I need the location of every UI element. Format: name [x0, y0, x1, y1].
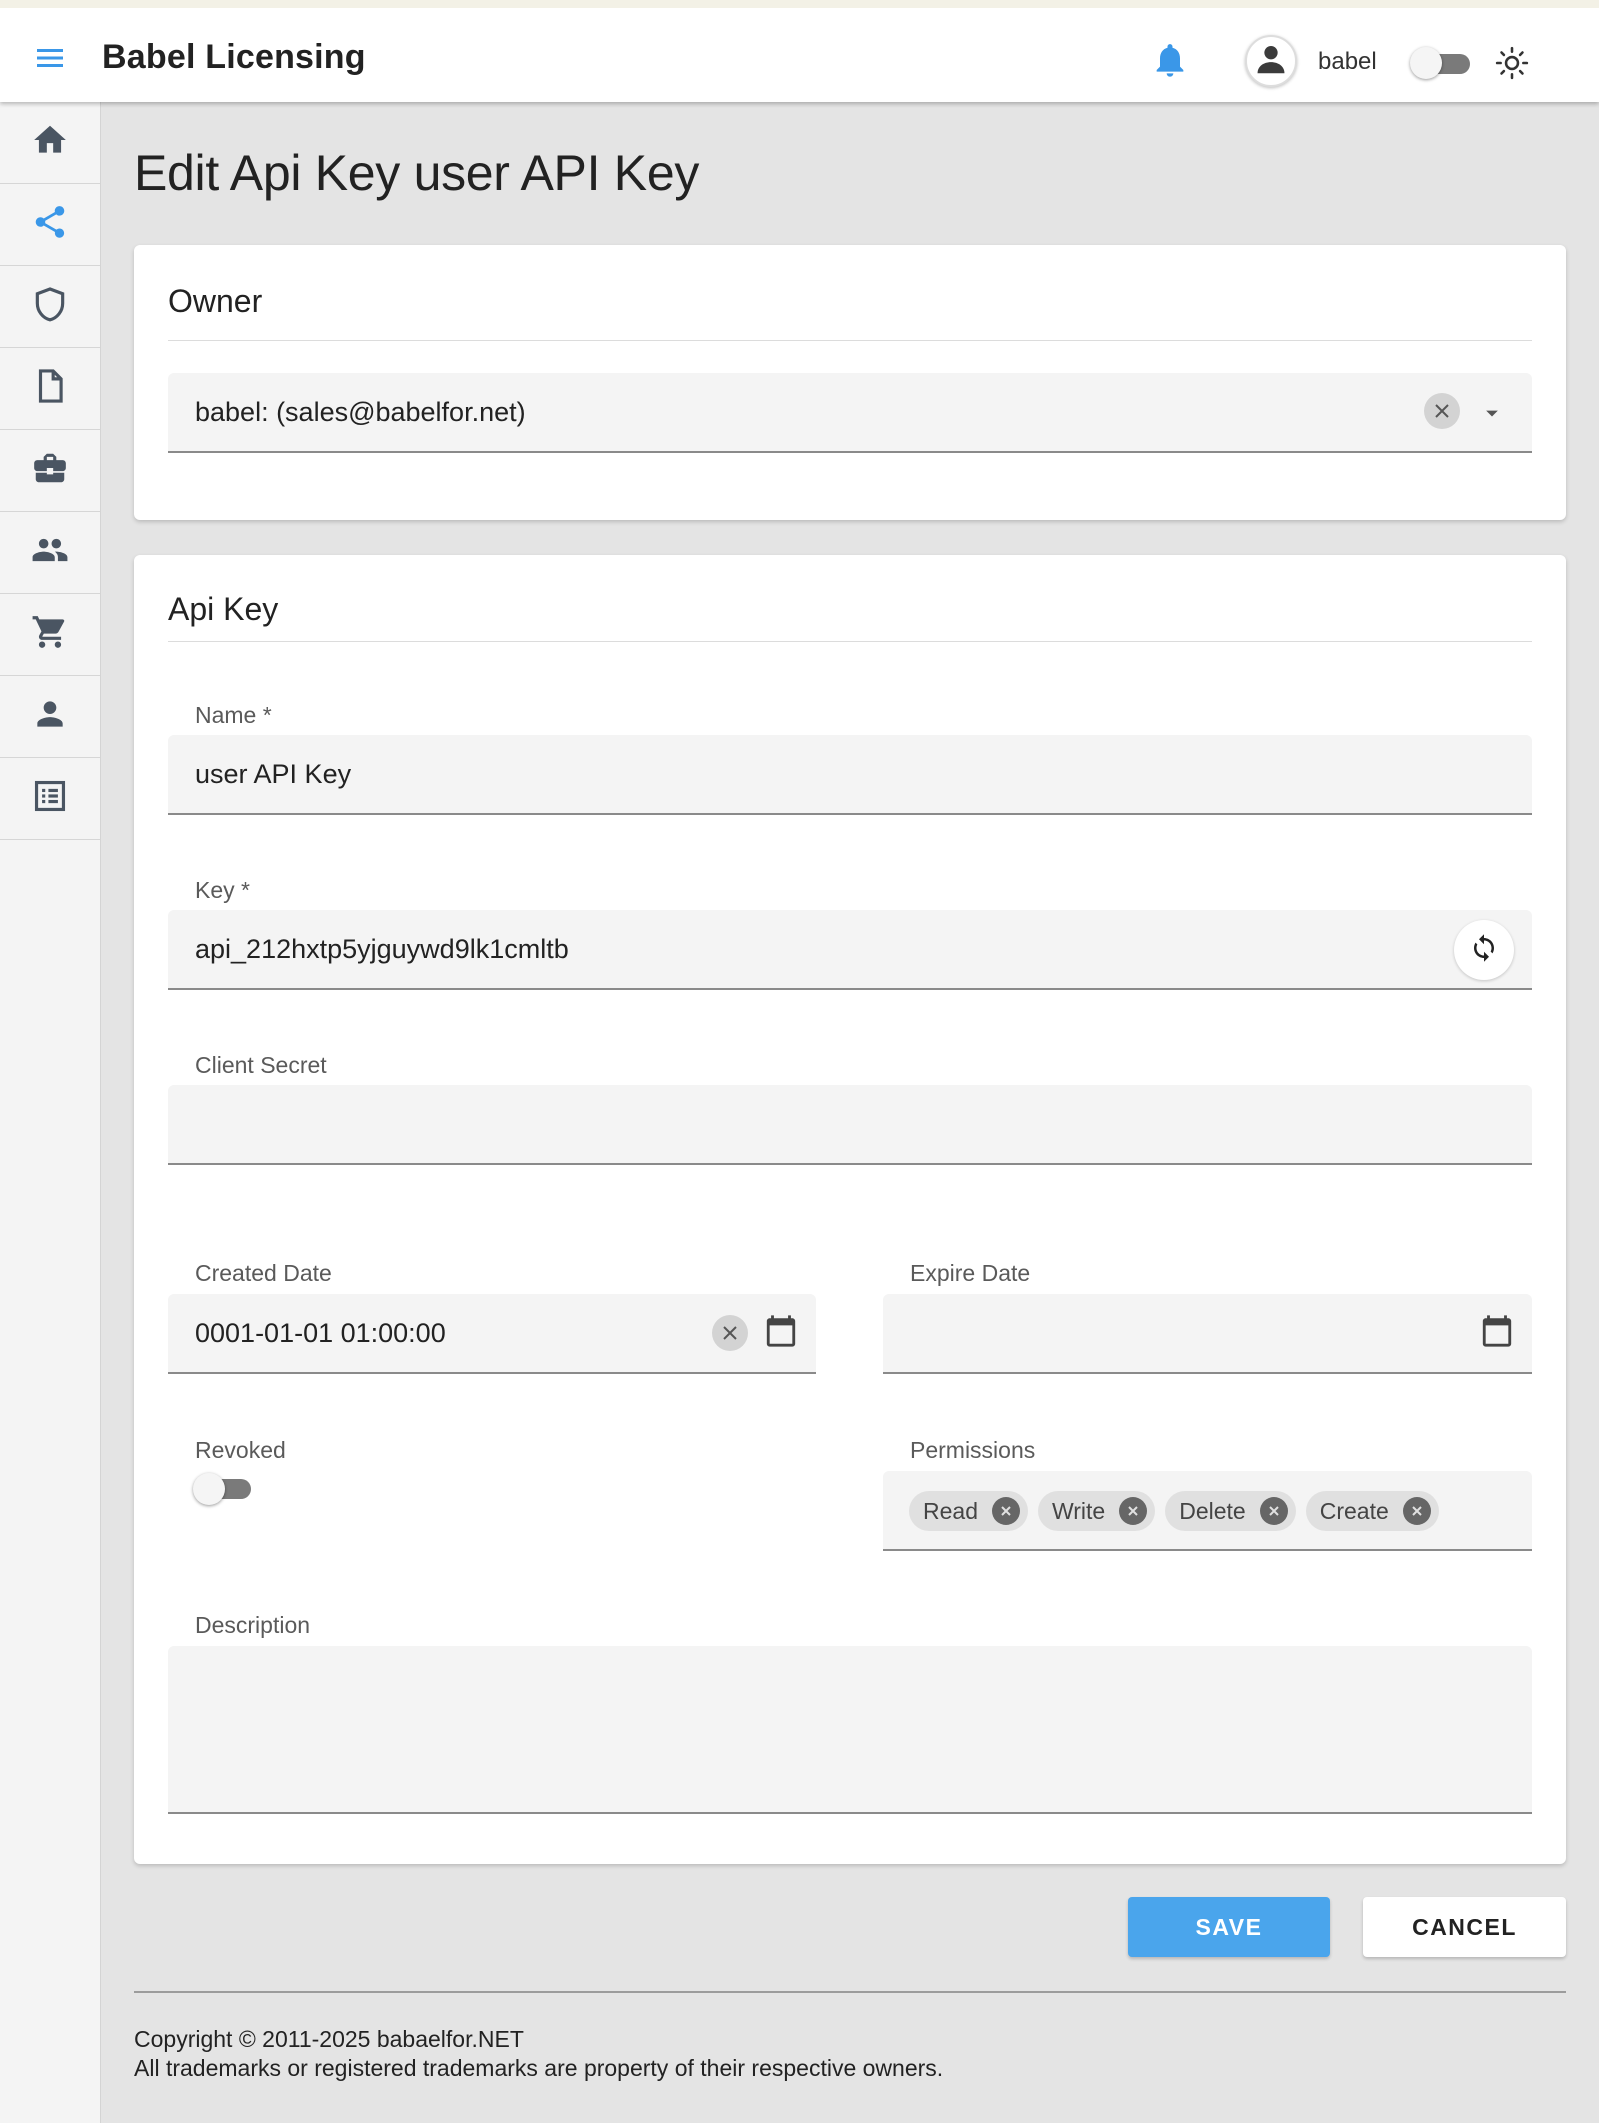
created-date-value: 0001-01-01 01:00:00: [195, 1318, 446, 1348]
key-value: api_212hxtp5yjguywd9lk1cmltb: [195, 934, 569, 964]
name-input[interactable]: user API Key: [168, 735, 1532, 815]
share-icon: [31, 203, 69, 246]
document-icon: [31, 367, 69, 410]
footer: Copyright © 2011-2025 babaelfor.NET All …: [134, 2025, 943, 2083]
owner-card: Owner babel: (sales@babelfor.net): [134, 245, 1566, 520]
footer-divider: [134, 1991, 1566, 1993]
clear-date-icon[interactable]: [712, 1315, 748, 1351]
chip-label: Write: [1051, 1497, 1106, 1524]
apikey-card: Api Key Name * user API Key Key * api_21…: [134, 555, 1566, 1864]
key-input[interactable]: api_212hxtp5yjguywd9lk1cmltb: [168, 910, 1532, 990]
top-app-bar: Babel Licensing babel: [0, 0, 1599, 102]
expire-date-input[interactable]: [883, 1294, 1532, 1374]
description-label: Description: [195, 1612, 311, 1638]
owner-value: babel: (sales@babelfor.net): [195, 397, 526, 427]
calendar-icon[interactable]: [764, 1314, 798, 1348]
remove-chip-icon[interactable]: [991, 1497, 1020, 1525]
shield-icon: [31, 285, 69, 328]
sidebar: [0, 102, 101, 2123]
owner-select[interactable]: babel: (sales@babelfor.net): [168, 373, 1532, 453]
sidebar-item-logs[interactable]: [0, 758, 100, 840]
sidebar-item-products[interactable]: [0, 430, 100, 512]
client-secret-input[interactable]: [168, 1085, 1532, 1165]
apikey-card-title: Api Key: [168, 591, 279, 627]
sidebar-item-home[interactable]: [0, 102, 100, 184]
bell-icon[interactable]: [1150, 40, 1190, 80]
trademark-text: All trademarks or registered trademarks …: [134, 2055, 944, 2081]
user-avatar[interactable]: [1245, 35, 1297, 87]
sidebar-item-users[interactable]: [0, 676, 100, 758]
menu-icon[interactable]: [30, 38, 70, 78]
sidebar-item-documents[interactable]: [0, 348, 100, 430]
permission-chip[interactable]: Read: [909, 1491, 1028, 1531]
permission-chip[interactable]: Create: [1305, 1491, 1439, 1531]
group-icon: [31, 531, 69, 574]
permission-chip[interactable]: Delete: [1165, 1491, 1296, 1531]
created-date-input[interactable]: 0001-01-01 01:00:00: [168, 1294, 816, 1374]
permissions-label: Permissions: [910, 1437, 1036, 1463]
sun-icon: [1495, 46, 1529, 80]
revoked-label: Revoked: [195, 1437, 286, 1463]
sidebar-item-groups[interactable]: [0, 512, 100, 594]
key-label: Key *: [195, 877, 250, 903]
owner-card-title: Owner: [168, 283, 263, 319]
name-value: user API Key: [195, 759, 352, 789]
sidebar-item-security[interactable]: [0, 266, 100, 348]
copyright-text: Copyright © 2011-2025 babaelfor.NET: [134, 2026, 524, 2052]
chevron-down-icon[interactable]: [1478, 399, 1506, 432]
cancel-button[interactable]: CANCEL: [1363, 1897, 1566, 1957]
remove-chip-icon[interactable]: [1119, 1497, 1148, 1525]
revoked-toggle[interactable]: [193, 1471, 259, 1507]
name-label: Name *: [195, 702, 272, 728]
cart-icon: [31, 613, 69, 656]
theme-toggle[interactable]: [1410, 47, 1472, 79]
toggle-knob: [1410, 47, 1442, 79]
page-title: Edit Api Key user API Key: [134, 145, 700, 201]
remove-chip-icon[interactable]: [1259, 1497, 1288, 1525]
chip-label: Read: [923, 1497, 978, 1524]
toggle-knob: [193, 1473, 225, 1505]
regenerate-key-button[interactable]: [1454, 920, 1514, 980]
chip-label: Create: [1319, 1497, 1389, 1524]
divider: [168, 340, 1532, 341]
person-icon: [31, 695, 69, 738]
account-circle-icon: [1252, 40, 1290, 83]
clear-owner-icon[interactable]: [1424, 393, 1460, 429]
permission-chips: Read Write Delete Create: [909, 1491, 1449, 1531]
list-icon: [31, 777, 69, 820]
permission-chip[interactable]: Write: [1037, 1491, 1156, 1531]
client-secret-label: Client Secret: [195, 1052, 327, 1078]
calendar-icon[interactable]: [1480, 1314, 1514, 1348]
created-date-label: Created Date: [195, 1260, 332, 1286]
sidebar-item-share[interactable]: [0, 184, 100, 266]
home-icon: [31, 121, 69, 164]
save-button[interactable]: SAVE: [1128, 1897, 1330, 1957]
sidebar-item-orders[interactable]: [0, 594, 100, 676]
briefcase-icon: [31, 449, 69, 492]
divider: [168, 641, 1532, 642]
description-textarea[interactable]: [168, 1646, 1532, 1814]
username[interactable]: babel: [1318, 48, 1377, 76]
permissions-select[interactable]: Read Write Delete Create: [883, 1471, 1532, 1551]
expire-date-label: Expire Date: [910, 1260, 1031, 1286]
chip-label: Delete: [1179, 1497, 1246, 1524]
app-title: Babel Licensing: [102, 38, 366, 76]
refresh-icon: [1469, 933, 1499, 968]
remove-chip-icon[interactable]: [1402, 1497, 1431, 1525]
